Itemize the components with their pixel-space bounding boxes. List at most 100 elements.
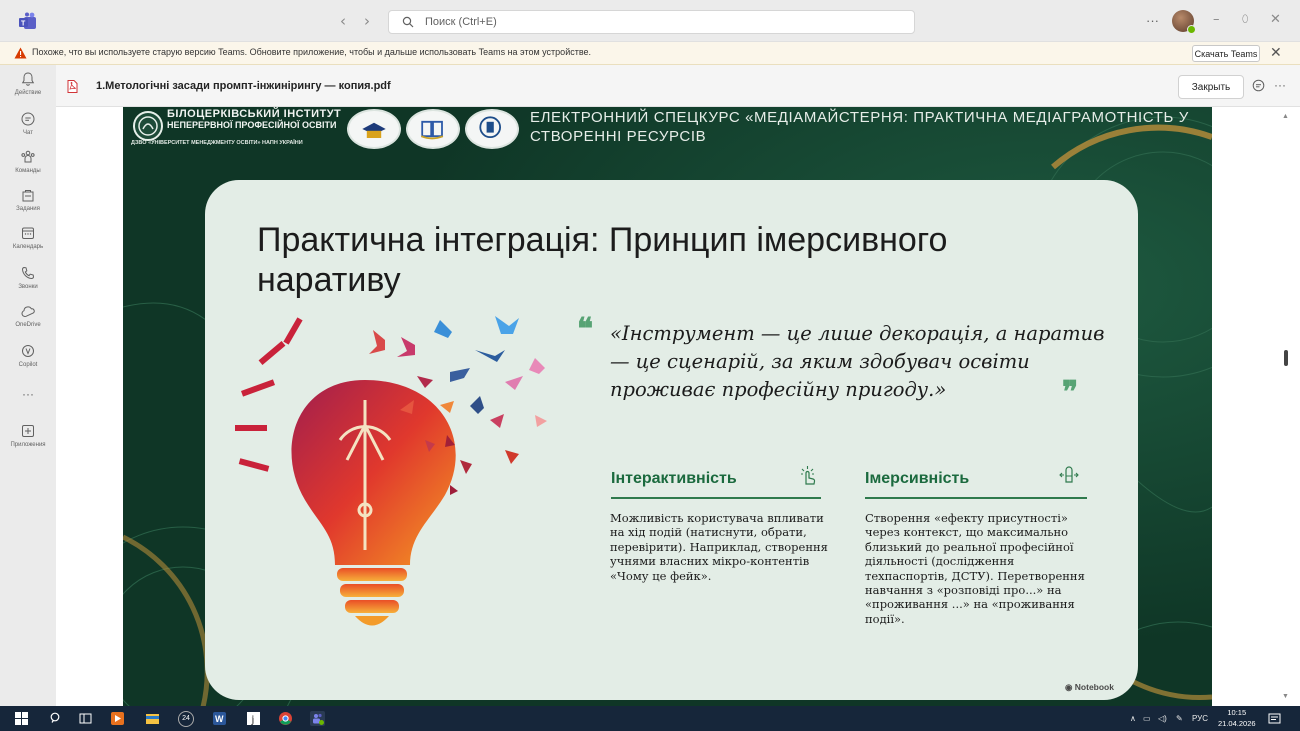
apps-icon: [22, 425, 34, 437]
notebook-watermark: ◉ Notebook: [1065, 682, 1114, 692]
sidebar-item-label: Приложения: [10, 442, 46, 448]
minimize-button[interactable]: –: [1213, 12, 1220, 27]
chat-icon: [21, 112, 35, 126]
chrome-icon[interactable]: [278, 711, 293, 726]
presence-status-icon: [1187, 25, 1196, 34]
slide-quote: «Інструмент — це лише декорація, а нарат…: [610, 322, 1105, 401]
network-icon[interactable]: ▭: [1143, 714, 1151, 723]
institute-logo: [133, 111, 163, 141]
interactivity-title: Інтерактивність: [611, 470, 737, 487]
svg-text:W: W: [215, 714, 224, 724]
search-placeholder: Поиск (Ctrl+E): [425, 16, 497, 28]
immersion-body: Створення «ефекту присутності» через кон…: [865, 511, 1085, 626]
scrollbar-thumb[interactable]: [1284, 350, 1288, 366]
sidebar-item-onedrive[interactable]: OneDrive: [0, 303, 56, 341]
document-more-button[interactable]: ···: [1274, 78, 1286, 92]
settings-more-button[interactable]: ···: [1146, 13, 1159, 28]
sidebar-more-button[interactable]: ···: [0, 387, 56, 425]
teams-icon: [21, 150, 35, 163]
file-explorer-icon[interactable]: [145, 711, 160, 726]
task-view-icon[interactable]: [78, 711, 93, 726]
lightbulb-birds-illustration: [235, 316, 547, 626]
tray-overflow-icon[interactable]: ∧: [1130, 714, 1136, 723]
journal-app-icon[interactable]: j: [246, 711, 261, 726]
sidebar-item-label: Действие: [14, 90, 42, 96]
taskbar-search-icon[interactable]: [50, 712, 62, 724]
notifications-icon[interactable]: [1267, 711, 1282, 726]
document-header: 1.Метологічні засади промпт-інжинірингу …: [56, 65, 1300, 107]
sidebar-item-label: Календарь: [12, 244, 44, 250]
search-input[interactable]: Поиск (Ctrl+E): [388, 10, 915, 34]
institute-parent: ДЗВО «УНІВЕРСИТЕТ МЕНЕДЖМЕНТУ ОСВІТИ» НА…: [131, 140, 303, 146]
sidebar-item-activity[interactable]: Действие: [0, 71, 56, 109]
phone-icon: [21, 266, 35, 280]
media-app-icon[interactable]: [110, 711, 125, 726]
back-button[interactable]: ‹: [340, 12, 346, 30]
word-icon[interactable]: W: [212, 711, 227, 726]
interactivity-divider: [611, 497, 821, 499]
sidebar-item-label: Команды: [15, 168, 41, 174]
partner-seal-1: [347, 109, 401, 149]
window-close-button[interactable]: ✕: [1270, 12, 1281, 27]
windows-start-icon[interactable]: [14, 711, 29, 726]
sidebar-item-assignments[interactable]: Задания: [0, 187, 56, 225]
volume-icon[interactable]: ◁): [1158, 714, 1167, 723]
sidebar-item-label: Задания: [16, 206, 40, 212]
sidebar-item-label: Звонки: [18, 284, 38, 290]
notification-text: Похоже, что вы используете старую версию…: [32, 47, 592, 57]
update-notification-bar: Похоже, что вы используете старую версию…: [0, 42, 1300, 65]
sidebar-item-label: Чат: [23, 130, 33, 136]
input-language[interactable]: РУС: [1192, 714, 1208, 723]
app-rail: Действие Чат Команды Задания Календарь З…: [0, 65, 56, 706]
clock-time: 10:15: [1227, 708, 1247, 717]
windows-taskbar: 24 W j ∧ ▭ ◁) ✎ РУС 10:15 21.04.2026: [0, 706, 1300, 731]
sidebar-item-apps[interactable]: Приложения: [0, 423, 56, 461]
bell-icon: [21, 72, 35, 86]
calendar-icon: [22, 227, 34, 239]
assignments-icon: [22, 190, 34, 202]
quote-open-mark: ❝: [577, 312, 594, 347]
partner-seal-2: [406, 109, 460, 149]
clock-date: 21.04.2026: [1218, 719, 1256, 728]
watermark-text: Notebook: [1074, 682, 1114, 692]
download-teams-button[interactable]: Скачать Teams: [1192, 45, 1260, 62]
warning-icon: [14, 47, 27, 59]
copilot-icon: [22, 345, 34, 357]
scroll-up-arrow[interactable]: ▲: [1282, 113, 1289, 120]
conversation-icon[interactable]: [1252, 79, 1265, 92]
teams-taskbar-icon[interactable]: [310, 711, 325, 726]
tap-hand-icon: [801, 466, 816, 485]
slide-page: БІЛОЦЕРКІВСЬКИЙ ІНСТИТУТ НЕПЕРЕРВНОЇ ПРО…: [123, 107, 1212, 706]
slide-heading: Практична інтеграція: Принцип імерсивног…: [257, 221, 948, 299]
search-icon: [402, 16, 414, 28]
sidebar-item-calendar[interactable]: Календарь: [0, 225, 56, 263]
pdf-viewer[interactable]: БІЛОЦЕРКІВСЬКИЙ ІНСТИТУТ НЕПЕРЕРВНОЇ ПРО…: [56, 107, 1300, 706]
quote-close-mark: ❞: [1062, 375, 1079, 410]
pen-icon[interactable]: ✎: [1176, 714, 1183, 723]
svg-text:T: T: [21, 21, 26, 28]
immersion-divider: [865, 497, 1087, 499]
scroll-down-arrow[interactable]: ▼: [1282, 693, 1289, 700]
partner-seal-3: [465, 109, 519, 149]
sidebar-item-copilot[interactable]: Copilot: [0, 343, 56, 381]
restore-button[interactable]: ⬯: [1242, 14, 1248, 25]
document-title: 1.Метологічні засади промпт-інжинірингу …: [96, 80, 391, 92]
sidebar-item-label: Copilot: [18, 362, 38, 368]
sidebar-item-label: OneDrive: [15, 322, 41, 328]
onedrive-icon: [21, 306, 35, 317]
sidebar-item-teams[interactable]: Команды: [0, 149, 56, 187]
teams-logo-icon[interactable]: T: [18, 12, 38, 30]
close-document-button[interactable]: Закрыть: [1178, 75, 1244, 99]
title-bar: T ‹ › Поиск (Ctrl+E) ··· – ⬯ ✕: [0, 0, 1300, 42]
svg-text:j: j: [251, 715, 255, 726]
pdf-file-icon: [67, 80, 78, 93]
immersion-icon: [1059, 466, 1079, 483]
chrome-badge-icon[interactable]: 24: [178, 711, 194, 727]
forward-button[interactable]: ›: [364, 12, 370, 30]
sidebar-item-chat[interactable]: Чат: [0, 111, 56, 149]
sidebar-item-calls[interactable]: Звонки: [0, 265, 56, 303]
course-title: ЕЛЕКТРОННИЙ СПЕЦКУРС «МЕДІАМАЙСТЕРНЯ: ПР…: [530, 109, 1189, 145]
clock[interactable]: 10:15 21.04.2026: [1218, 707, 1256, 729]
institute-subtitle: НЕПЕРЕРВНОЇ ПРОФЕСІЙНОЇ ОСВІТИ: [167, 120, 337, 130]
close-notification-button[interactable]: ✕: [1270, 44, 1282, 61]
